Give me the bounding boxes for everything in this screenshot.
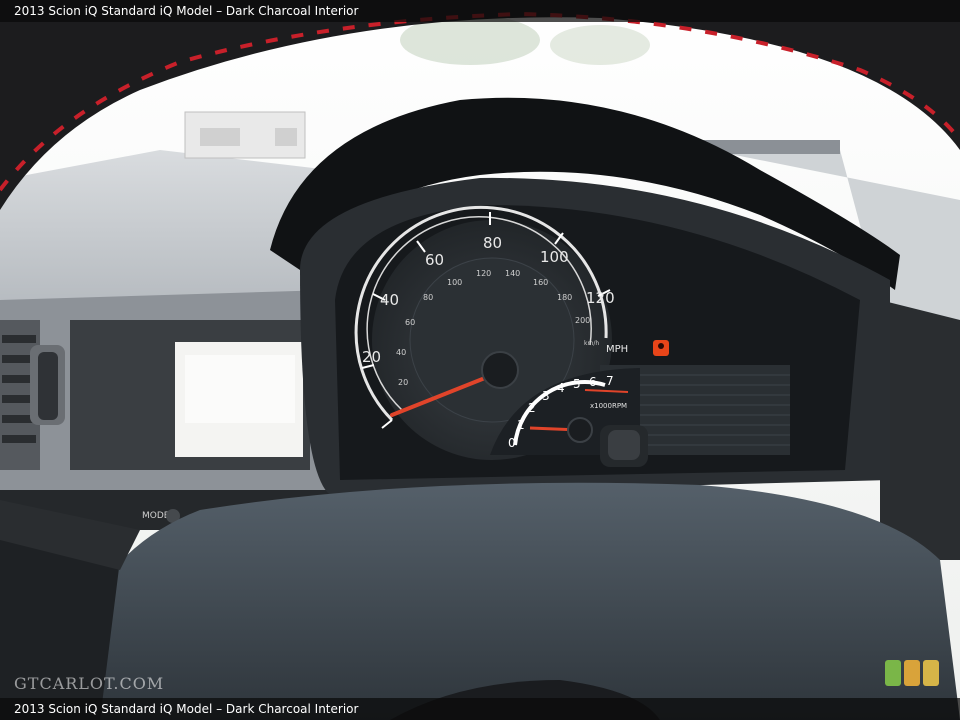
tach-tick: 3 — [542, 389, 550, 403]
tach-tick: 4 — [557, 381, 565, 395]
kmh-tick: 80 — [423, 293, 433, 302]
mph-tick: 20 — [362, 348, 381, 366]
mph-tick: 100 — [540, 248, 569, 266]
photo-frame: MODE 20 40 60 80 100 120 20 40 60 80 100… — [0, 0, 960, 720]
mph-tick: 120 — [586, 289, 615, 307]
mph-tick: 40 — [380, 291, 399, 309]
needle-hub — [481, 351, 519, 389]
tach-tick: 1 — [517, 418, 525, 432]
kmh-tick: 180 — [557, 293, 572, 302]
caption-top: 2013 Scion iQ Standard iQ Model – Dark C… — [0, 0, 960, 22]
tach-tick: 7 — [606, 374, 614, 388]
tach-tick: 6 — [589, 375, 597, 389]
watermark-logo: GTCARLOT.COM — [14, 674, 165, 693]
kmh-tick: 160 — [533, 278, 548, 287]
kmh-tick: 140 — [505, 269, 520, 278]
kmh-tick: 100 — [447, 278, 462, 287]
mode-label: MODE — [142, 511, 170, 521]
mph-tick: 80 — [483, 234, 502, 252]
mph-tick: 60 — [425, 251, 444, 269]
size-button-medium[interactable] — [904, 660, 920, 686]
tach-unit: x1000RPM — [590, 402, 627, 410]
image-size-buttons — [885, 660, 939, 686]
size-button-large[interactable] — [923, 660, 939, 686]
mph-unit: MPH — [606, 344, 628, 355]
kmh-tick: 60 — [405, 318, 415, 327]
kmh-unit: km/h — [584, 340, 599, 347]
caption-bottom: 2013 Scion iQ Standard iQ Model – Dark C… — [0, 698, 960, 720]
tach-tick: 0 — [508, 436, 516, 450]
kmh-tick: 20 — [398, 378, 408, 387]
kmh-tick: 120 — [476, 269, 491, 278]
kmh-tick: 200 — [575, 316, 590, 325]
tach-tick: 5 — [573, 377, 581, 391]
size-button-small[interactable] — [885, 660, 901, 686]
dashboard-photo: MODE 20 40 60 80 100 120 20 40 60 80 100… — [0, 0, 960, 720]
kmh-tick: 40 — [396, 348, 406, 357]
tach-tick: 2 — [528, 401, 536, 415]
